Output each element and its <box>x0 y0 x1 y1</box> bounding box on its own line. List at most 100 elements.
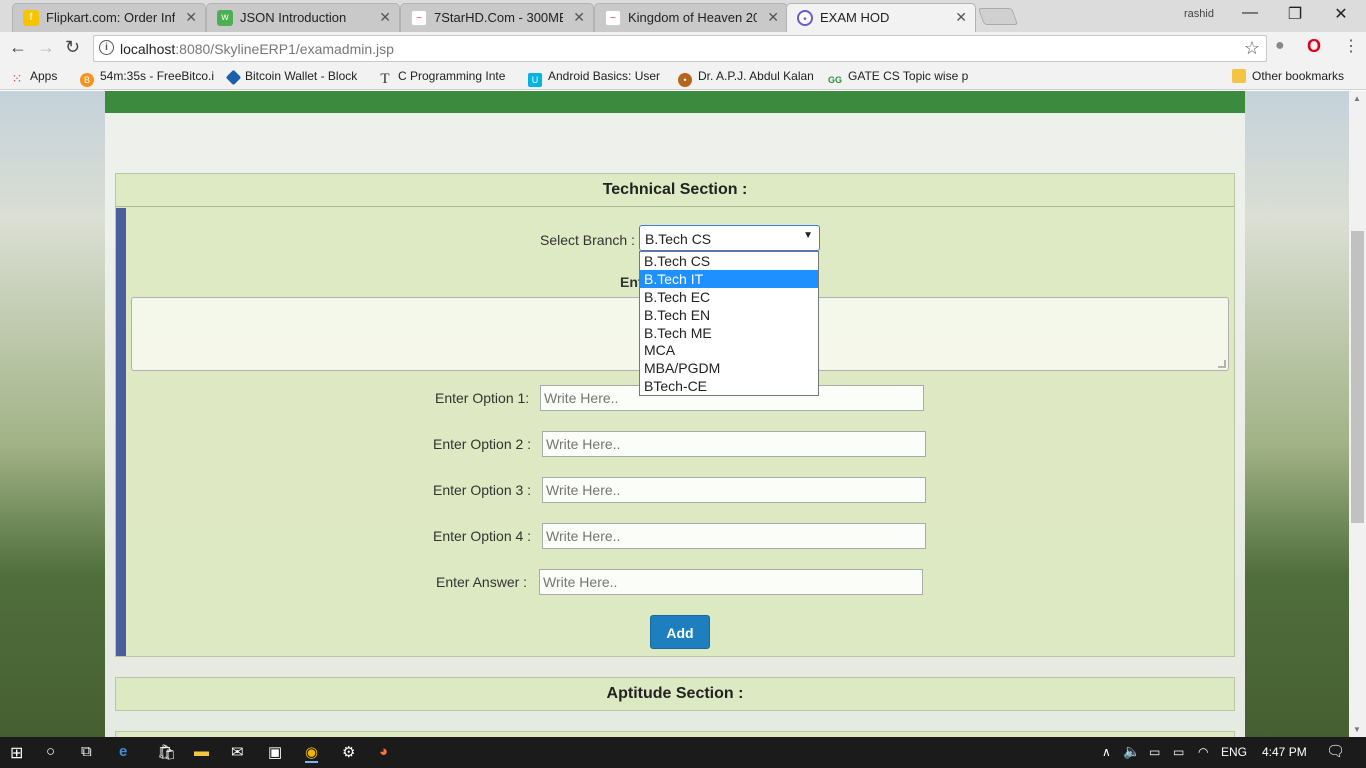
tab-exam-hod[interactable]: • EXAM HOD ✕ <box>786 3 976 33</box>
bookmark-star-icon[interactable]: ☆ <box>1244 38 1260 59</box>
branch-option-highlighted[interactable]: B.Tech IT <box>640 269 818 288</box>
close-icon[interactable]: ✕ <box>955 9 967 26</box>
tab-json[interactable]: w JSON Introduction ✕ <box>206 3 400 32</box>
chrome-icon[interactable]: ◉ <box>305 743 319 763</box>
scroll-up-icon[interactable]: ▲ <box>1353 94 1361 103</box>
bookmark-abdul-kalam[interactable]: • Dr. A.P.J. Abdul Kalan <box>678 69 814 87</box>
bookmark-blockchain[interactable]: Bitcoin Wallet - Block <box>225 69 357 86</box>
cortana-search-icon[interactable]: ○ <box>46 743 55 760</box>
udacity-icon: U <box>528 73 542 87</box>
seal-icon: • <box>678 73 692 87</box>
edge-icon[interactable]: e <box>119 743 127 760</box>
technical-section-panel: Technical Section : Select Branch : Ent … <box>115 173 1235 657</box>
close-icon[interactable]: ✕ <box>185 9 197 26</box>
network-icon[interactable]: ▭ <box>1149 745 1160 759</box>
tab-title: EXAM HOD <box>820 10 890 25</box>
clock[interactable]: 4:47 PM <box>1262 745 1307 759</box>
option2-input[interactable] <box>542 431 926 457</box>
branch-option[interactable]: B.Tech ME <box>640 324 818 342</box>
bookmark-label: C Programming Inte <box>398 69 506 83</box>
tab-kingdom[interactable]: ~ Kingdom of Heaven 2005 ✕ <box>594 3 788 32</box>
apps-grid-icon: ⁙ <box>11 71 23 86</box>
page-viewport: Technical Section : Select Branch : Ent … <box>0 91 1349 737</box>
gfg-icon: GG <box>828 75 843 85</box>
resize-grip-icon[interactable] <box>1218 360 1226 368</box>
info-icon[interactable]: i <box>99 40 114 55</box>
option3-input[interactable] <box>542 477 926 503</box>
forward-icon[interactable]: → <box>37 37 55 58</box>
close-window-icon[interactable]: ✕ <box>1318 4 1364 24</box>
profile-name[interactable]: rashid <box>1184 8 1214 20</box>
address-bar[interactable]: i localhost:8080/SkylineERP1/examadmin.j… <box>93 35 1267 62</box>
new-tab-button[interactable] <box>977 8 1019 25</box>
back-icon[interactable]: ← <box>9 37 27 58</box>
close-icon[interactable]: ✕ <box>573 9 585 26</box>
extension-icon[interactable]: ● <box>1275 37 1285 55</box>
browser-toolbar: ← → ↻ i localhost:8080/SkylineERP1/exama… <box>0 32 1366 64</box>
bookmark-android-basics[interactable]: U Android Basics: User <box>528 69 660 87</box>
branch-option[interactable]: B.Tech EN <box>640 306 818 324</box>
battery-icon[interactable]: ▭ <box>1173 745 1184 759</box>
app-window-icon[interactable]: ▣ <box>268 743 282 761</box>
bookmark-other[interactable]: Other bookmarks <box>1232 69 1344 83</box>
tab-strip: f Flipkart.com: Order Inform ✕ w JSON In… <box>0 0 1366 33</box>
text-t-icon: T <box>380 71 390 87</box>
file-explorer-icon[interactable]: ▬ <box>194 743 209 760</box>
select-branch-label: Select Branch : <box>540 232 635 248</box>
option2-label: Enter Option 2 : <box>433 436 532 452</box>
option4-label: Enter Option 4 : <box>433 528 532 544</box>
bookmark-label: Dr. A.P.J. Abdul Kalan <box>698 69 814 83</box>
bookmark-label: 54m:35s - FreeBitco.i <box>100 69 215 83</box>
mail-icon[interactable]: ✉ <box>231 743 244 761</box>
bookmark-label: Other bookmarks <box>1252 69 1345 83</box>
answer-input[interactable] <box>539 569 923 595</box>
branch-dropdown-list: B.Tech CS B.Tech IT B.Tech EC B.Tech EN … <box>639 251 819 397</box>
add-button[interactable]: Add <box>650 615 710 649</box>
close-icon[interactable]: ✕ <box>379 9 391 26</box>
branch-option[interactable]: MCA <box>640 341 818 359</box>
language-indicator[interactable]: ENG <box>1221 745 1247 759</box>
reload-icon[interactable]: ↻ <box>65 37 80 58</box>
bookmark-apps[interactable]: ⁙ Apps <box>10 69 58 86</box>
wifi-icon[interactable]: ◠ <box>1198 745 1208 759</box>
url-text[interactable]: localhost:8080/SkylineERP1/examadmin.jsp <box>120 41 394 57</box>
notifications-icon[interactable]: 🗨 <box>1326 742 1345 760</box>
task-view-icon[interactable]: ⧉ <box>81 743 92 760</box>
aptitude-section-title[interactable]: Aptitude Section : <box>115 677 1235 711</box>
branch-select[interactable]: B.Tech CS ▼ <box>639 225 820 251</box>
firefox-icon[interactable]: ◕ <box>379 743 388 760</box>
close-icon[interactable]: ✕ <box>767 9 779 26</box>
content-container: Technical Section : Select Branch : Ent … <box>105 91 1245 737</box>
tab-flipkart[interactable]: f Flipkart.com: Order Inform ✕ <box>12 3 206 32</box>
branch-option[interactable]: MBA/PGDM <box>640 359 818 377</box>
branch-option[interactable]: B.Tech CS <box>640 252 818 270</box>
option4-input[interactable] <box>542 523 926 549</box>
tab-title: 7StarHD.Com - 300MB Du <box>434 10 563 25</box>
tray-overflow-icon[interactable]: ∧ <box>1102 745 1111 759</box>
answer-label: Enter Answer : <box>436 574 528 590</box>
branch-option[interactable]: B.Tech EC <box>640 288 818 306</box>
technical-section-title: Technical Section : <box>116 174 1234 207</box>
windows-start-icon[interactable]: ⊞ <box>10 743 23 763</box>
menu-dots-icon[interactable]: ⋮ <box>1343 36 1359 56</box>
minimize-icon[interactable]: — <box>1227 4 1273 22</box>
bookmark-gate-cs[interactable]: GG GATE CS Topic wise p <box>828 69 968 87</box>
bookmark-label: Apps <box>30 69 58 83</box>
scroll-down-icon[interactable]: ▼ <box>1353 725 1361 734</box>
volume-icon[interactable]: 🔈 <box>1123 743 1140 760</box>
page-scrollbar[interactable]: ▲ ▼ <box>1349 91 1366 737</box>
bookmark-label: Android Basics: User <box>548 69 661 83</box>
scrollbar-thumb[interactable] <box>1351 231 1364 523</box>
bitcoin-icon: B <box>80 73 94 87</box>
restore-icon[interactable]: ❐ <box>1272 4 1318 24</box>
bookmark-c-programming[interactable]: T C Programming Inte <box>378 69 506 87</box>
tab-7starhd[interactable]: ~ 7StarHD.Com - 300MB Du ✕ <box>400 3 594 32</box>
bookmark-freebitco[interactable]: B 54m:35s - FreeBitco.i <box>80 69 214 87</box>
branch-option[interactable]: BTech-CE <box>640 377 818 395</box>
settings-gear-icon[interactable]: ⚙ <box>342 743 355 761</box>
store-icon[interactable]: 🛍 <box>157 743 176 761</box>
page-icon: ~ <box>605 10 621 26</box>
opera-icon[interactable]: O <box>1307 36 1321 57</box>
flipkart-icon: f <box>23 10 39 26</box>
windows-taskbar: ⊞ ○ ⧉ e 🛍 ▬ ✉ ▣ ◉ ⚙ ◕ ∧ 🔈 ▭ ▭ ◠ ENG 4:47… <box>0 737 1366 768</box>
